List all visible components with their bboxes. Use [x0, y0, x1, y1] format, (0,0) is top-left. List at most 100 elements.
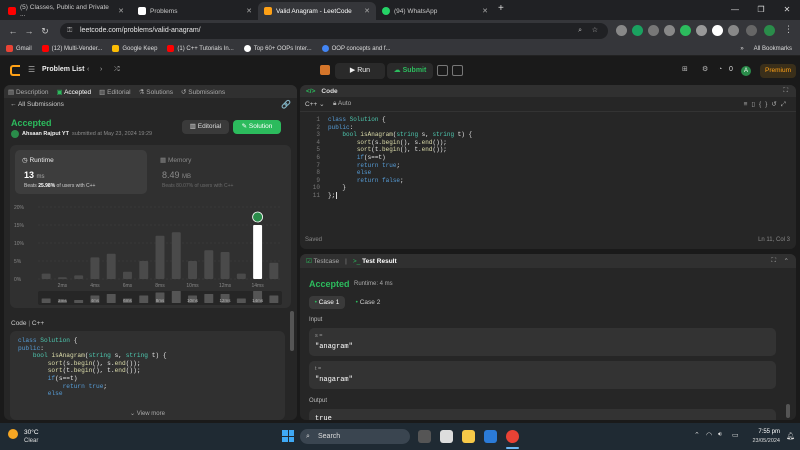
layout-icon[interactable]: ⊞ — [682, 63, 688, 77]
extension-icon[interactable] — [648, 25, 659, 36]
runtime-header: ◷ Runtime — [22, 156, 54, 164]
scrollbar[interactable] — [290, 311, 294, 351]
bookmark-cpp[interactable]: (1) C++ Tutorials In... — [167, 45, 234, 52]
forward-icon[interactable]: → — [22, 24, 36, 38]
case-1-tab[interactable]: • Case 1 — [309, 296, 345, 309]
streak-icon[interactable]: ◔ — [718, 63, 722, 77]
close-icon[interactable]: ✕ — [118, 7, 124, 15]
tab-test-result[interactable]: >_ Test Result — [353, 258, 397, 265]
weather-temp[interactable]: 30°C — [24, 429, 39, 436]
back-icon[interactable]: ← — [6, 24, 20, 38]
fullscreen-icon[interactable]: ⤢ — [781, 101, 790, 108]
scrollbar[interactable] — [786, 404, 790, 418]
battery-icon[interactable]: ▭ — [732, 431, 739, 439]
submit-button[interactable]: ☁ Submit — [387, 63, 433, 79]
bookmark-keep[interactable]: Google Keep — [112, 45, 157, 52]
settings-icon[interactable]: ⚙ — [702, 63, 708, 77]
bookmark-multivender[interactable]: (12) Multi-Vender... — [41, 45, 102, 52]
tab-submissions[interactable]: ↺ Submissions — [181, 88, 225, 96]
braces-icon[interactable]: {} — [759, 101, 771, 108]
memory-header[interactable]: ▦ Memory — [160, 156, 191, 164]
tab-description[interactable]: ▤ Description — [8, 88, 48, 96]
submitter-name[interactable]: Ahsaan Rajput YT — [22, 131, 69, 137]
volume-icon[interactable]: 🔉︎ — [718, 431, 722, 439]
clock-time[interactable]: 7:55 pm — [750, 429, 780, 435]
shuffle-icon[interactable]: ⤮ — [114, 63, 120, 77]
address-bar[interactable]: ⚿ leetcode.com/problems/valid-anagram/ ⌕… — [60, 23, 608, 39]
tab-accepted[interactable]: ▣ Accepted — [56, 88, 91, 96]
run-button[interactable]: ▶ Run — [335, 63, 385, 79]
tab-testcase[interactable]: ☑ Testcase — [306, 257, 339, 265]
close-icon[interactable]: ✕ — [246, 7, 252, 15]
notification-icon[interactable]: 🔔︎ — [786, 432, 795, 440]
new-tab-button[interactable]: + — [498, 3, 504, 14]
extension-icon[interactable] — [696, 25, 707, 36]
vscode-icon[interactable] — [484, 430, 497, 443]
user-avatar[interactable]: A — [741, 66, 751, 76]
close-icon[interactable]: ✕ — [482, 7, 488, 15]
view-more-button[interactable]: ⌄ View more — [10, 408, 285, 420]
browser-tab-problems[interactable]: Problems ✕ — [132, 2, 258, 20]
bookmark-oop-concepts[interactable]: OOP concepts and f... — [321, 45, 391, 52]
minimize-icon[interactable]: — — [722, 0, 748, 20]
browser-tab-youtube[interactable]: (5) Classes, Public and Private ... ✕ — [2, 2, 130, 20]
tab-editorial[interactable]: ▥ Editorial — [99, 88, 130, 96]
close-window-icon[interactable]: ✕ — [774, 0, 800, 20]
whiteboard-icon[interactable] — [452, 65, 463, 76]
reload-icon[interactable]: ↻ — [38, 24, 52, 38]
app-icon[interactable] — [440, 430, 453, 443]
collapse-icon[interactable]: ⌃ — [784, 257, 789, 265]
solution-button[interactable]: ✎ Solution — [233, 120, 281, 134]
task-view-icon[interactable] — [418, 430, 431, 443]
site-info-icon[interactable]: ⚿ — [67, 23, 72, 39]
runtime-box[interactable]: ◷ Runtime 13 ms Beats 25.98% of users wi… — [15, 150, 147, 194]
windows-start-icon[interactable] — [282, 430, 294, 442]
prev-problem-icon[interactable]: ‹ — [87, 63, 89, 77]
grammarly-icon[interactable] — [680, 25, 691, 36]
editor-header: </> Code ⛶ — [300, 85, 796, 97]
bookmark-oops[interactable]: Top 60+ OOPs Inter... — [243, 45, 312, 52]
taskbar-search[interactable]: ⌕ Search — [300, 429, 410, 444]
next-problem-icon[interactable]: › — [100, 63, 102, 77]
auto-mode[interactable]: 🔒︎ Auto — [333, 100, 351, 108]
editorial-button[interactable]: ▥ Editorial — [182, 120, 229, 134]
profile-avatar[interactable] — [764, 25, 775, 36]
premium-button[interactable]: Premium — [760, 64, 796, 78]
google-icon[interactable] — [712, 25, 723, 36]
language-select[interactable]: C++ ⌄ — [305, 100, 325, 108]
maximize-icon[interactable]: ⛶ — [771, 257, 776, 265]
case-2-tab[interactable]: • Case 2 — [350, 296, 386, 309]
browser-tab-leetcode[interactable]: Valid Anagram - LeetCode ✕ — [258, 2, 376, 20]
search-icon[interactable]: ⌕ — [578, 23, 582, 39]
editor-code-area[interactable]: 1 class Solution {2 public: 3 bool isAnagra… — [306, 116, 472, 200]
chrome-icon[interactable] — [506, 430, 519, 443]
tab-solutions[interactable]: ⚗ Solutions — [139, 88, 173, 96]
wifi-icon[interactable]: ◠ — [706, 431, 712, 439]
maximize-icon[interactable]: ❐ — [748, 0, 774, 20]
note-icon[interactable] — [437, 65, 448, 76]
bookmark-gmail[interactable]: Gmail — [6, 45, 32, 52]
puzzle-icon[interactable] — [728, 25, 739, 36]
maximize-icon[interactable]: ⛶ — [783, 87, 788, 95]
problem-list-link[interactable]: Problem List — [42, 63, 84, 77]
tray-overflow-icon[interactable]: ⌃ — [694, 431, 700, 439]
debug-icon[interactable] — [320, 65, 330, 75]
share-link-icon[interactable]: 🔗 — [281, 100, 291, 109]
bookmark-star-icon[interactable]: ☆ — [592, 23, 598, 39]
weather-icon[interactable] — [8, 429, 18, 439]
pen-extension-icon[interactable] — [616, 25, 627, 36]
camera-extension-icon[interactable] — [664, 25, 675, 36]
sidebar-icon[interactable] — [746, 25, 757, 36]
menu-icon[interactable]: ⋮ — [784, 24, 793, 35]
bookmarks-overflow[interactable]: » — [740, 46, 743, 52]
reset-icon[interactable]: ↺ — [771, 101, 780, 108]
leetcode-logo[interactable] — [10, 65, 20, 76]
all-submissions-link[interactable]: ← All Submissions — [10, 101, 64, 108]
extension-icon[interactable] — [632, 25, 643, 36]
file-explorer-icon[interactable] — [462, 430, 475, 443]
browser-tab-whatsapp[interactable]: (94) WhatsApp ✕ — [376, 2, 494, 20]
bookmark-icon[interactable]: ▯ — [751, 101, 759, 108]
all-bookmarks[interactable]: All Bookmarks — [754, 46, 800, 52]
x-tick-label: 6ms — [123, 283, 133, 289]
close-icon[interactable]: ✕ — [364, 7, 370, 15]
